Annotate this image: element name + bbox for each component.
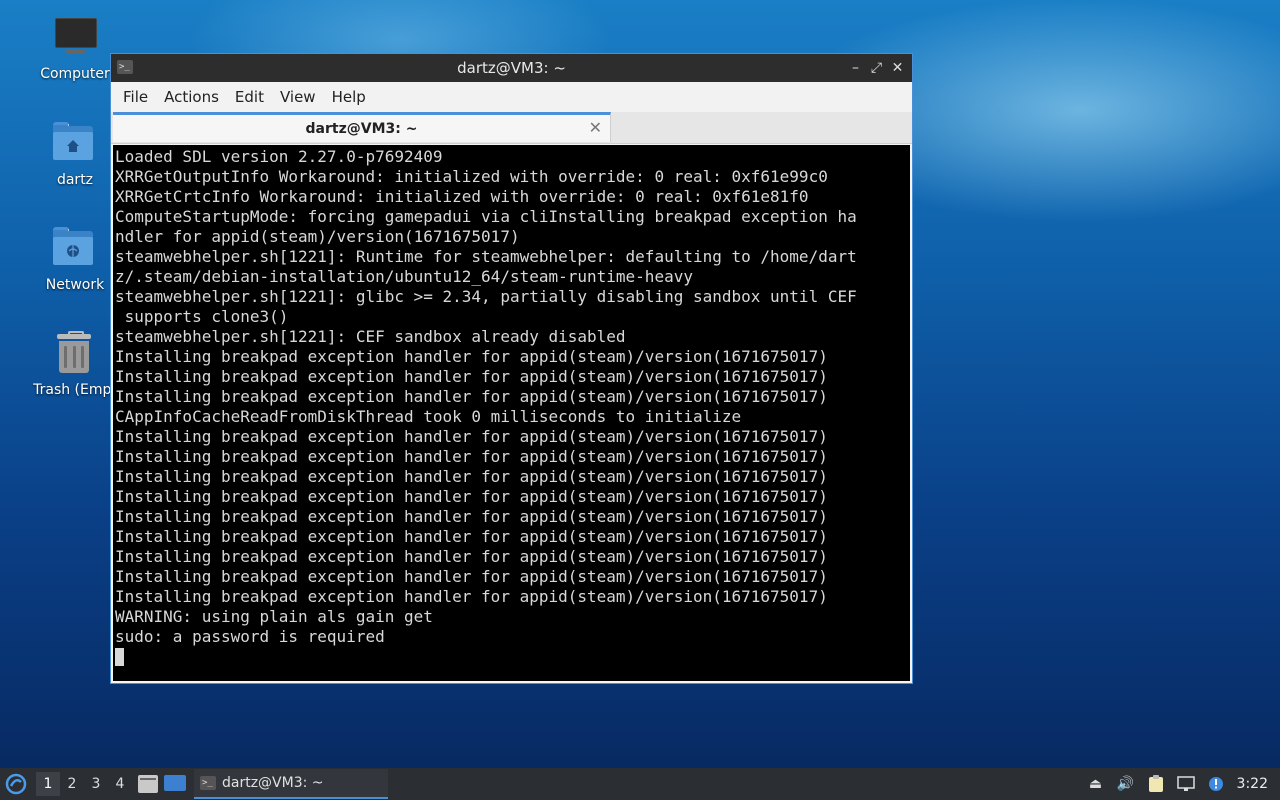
desktop-icon-label: Network — [45, 277, 105, 293]
desktop-icon-label: Trash (Empt — [33, 382, 117, 398]
desktop-icon-label: Computer — [40, 66, 110, 82]
volume-icon[interactable]: 🔊 — [1117, 775, 1135, 793]
notification-icon[interactable] — [1207, 775, 1225, 793]
terminal-line: Installing breakpad exception handler fo… — [115, 467, 828, 486]
workspace-switcher: 1 2 3 4 — [36, 772, 132, 796]
menu-view[interactable]: View — [272, 88, 324, 106]
network-icon[interactable] — [1176, 775, 1195, 793]
terminal-line: Installing breakpad exception handler fo… — [115, 587, 828, 606]
workspace-2[interactable]: 2 — [60, 772, 84, 796]
tab-bar: dartz@VM3: ~ ✕ — [111, 112, 912, 144]
computer-icon — [53, 16, 97, 60]
terminal-line: sudo: a password is required — [115, 627, 385, 646]
close-button[interactable]: ✕ — [889, 58, 906, 78]
workspace-3[interactable]: 3 — [84, 772, 108, 796]
terminal-line: Installing breakpad exception handler fo… — [115, 567, 828, 586]
system-tray: ⏏ 🔊 3:22 — [1087, 775, 1280, 793]
eject-icon[interactable]: ⏏ — [1087, 775, 1105, 793]
terminal-line: Loaded SDL version 2.27.0-p7692409 — [115, 147, 443, 166]
menu-actions[interactable]: Actions — [156, 88, 227, 106]
menubar: File Actions Edit View Help — [111, 82, 912, 112]
terminal-icon: >_ — [200, 776, 216, 790]
terminal-prompt-line[interactable] — [115, 647, 910, 667]
terminal-line: Installing breakpad exception handler fo… — [115, 367, 828, 386]
terminal-line: steamwebhelper.sh[1221]: glibc >= 2.34, … — [115, 287, 857, 306]
terminal-line: ndler for appid(steam)/version(167167501… — [115, 227, 520, 246]
terminal-window: >_ dartz@VM3: ~ – ⤢ ✕ File Actions Edit … — [110, 53, 913, 684]
terminal-line: Installing breakpad exception handler fo… — [115, 487, 828, 506]
taskbar: 1 2 3 4 >_ dartz@VM3: ~ ⏏ 🔊 3:22 — [0, 768, 1280, 800]
terminal-line: Installing breakpad exception handler fo… — [115, 427, 828, 446]
clock[interactable]: 3:22 — [1237, 776, 1268, 792]
terminal-line: Installing breakpad exception handler fo… — [115, 347, 828, 366]
minimize-button[interactable]: – — [847, 58, 864, 78]
trash-icon — [53, 331, 97, 376]
terminal-cursor — [115, 648, 124, 666]
desktop-icon-label: dartz — [56, 172, 94, 188]
tab-terminal[interactable]: dartz@VM3: ~ ✕ — [113, 112, 611, 142]
show-desktop-icon[interactable] — [164, 775, 186, 791]
terminal-line: CAppInfoCacheReadFromDiskThread took 0 m… — [115, 407, 742, 426]
terminal-line: Installing breakpad exception handler fo… — [115, 507, 828, 526]
workspace-4[interactable]: 4 — [108, 772, 132, 796]
home-folder-icon — [53, 122, 97, 166]
terminal-line: Installing breakpad exception handler fo… — [115, 547, 828, 566]
window-title: dartz@VM3: ~ — [457, 59, 566, 77]
terminal-line: ComputeStartupMode: forcing gamepadui vi… — [115, 207, 857, 226]
network-folder-icon — [53, 227, 97, 271]
maximize-button[interactable]: ⤢ — [868, 58, 885, 78]
tab-label: dartz@VM3: ~ — [305, 120, 418, 137]
menu-file[interactable]: File — [115, 88, 156, 106]
terminal-line: Installing breakpad exception handler fo… — [115, 527, 828, 546]
terminal-line: supports clone3() — [115, 307, 289, 326]
menu-edit[interactable]: Edit — [227, 88, 272, 106]
terminal-line: z/.steam/debian-installation/ubuntu12_64… — [115, 267, 693, 286]
terminal-line: Installing breakpad exception handler fo… — [115, 447, 828, 466]
start-menu-button[interactable] — [4, 772, 28, 796]
terminal-line: XRRGetCrtcInfo Workaround: initialized w… — [115, 187, 809, 206]
file-manager-icon[interactable] — [138, 775, 158, 793]
menu-help[interactable]: Help — [324, 88, 374, 106]
clipboard-icon[interactable] — [1147, 775, 1165, 793]
workspace-1[interactable]: 1 — [36, 772, 60, 796]
terminal-line: steamwebhelper.sh[1221]: CEF sandbox alr… — [115, 327, 626, 346]
taskbar-window-label: dartz@VM3: ~ — [222, 775, 324, 791]
terminal-output[interactable]: Loaded SDL version 2.27.0-p7692409 XRRGet… — [113, 145, 910, 681]
terminal-line: XRRGetOutputInfo Workaround: initialized… — [115, 167, 828, 186]
tab-close-icon[interactable]: ✕ — [589, 118, 602, 137]
window-titlebar[interactable]: >_ dartz@VM3: ~ – ⤢ ✕ — [111, 54, 912, 82]
taskbar-window-button[interactable]: >_ dartz@VM3: ~ — [194, 769, 388, 799]
lubuntu-logo-icon — [5, 773, 27, 795]
terminal-line: steamwebhelper.sh[1221]: Runtime for ste… — [115, 247, 857, 266]
quick-launch — [138, 775, 186, 793]
terminal-icon: >_ — [117, 60, 133, 74]
terminal-line: Installing breakpad exception handler fo… — [115, 387, 828, 406]
terminal-line: WARNING: using plain als gain get — [115, 607, 433, 626]
